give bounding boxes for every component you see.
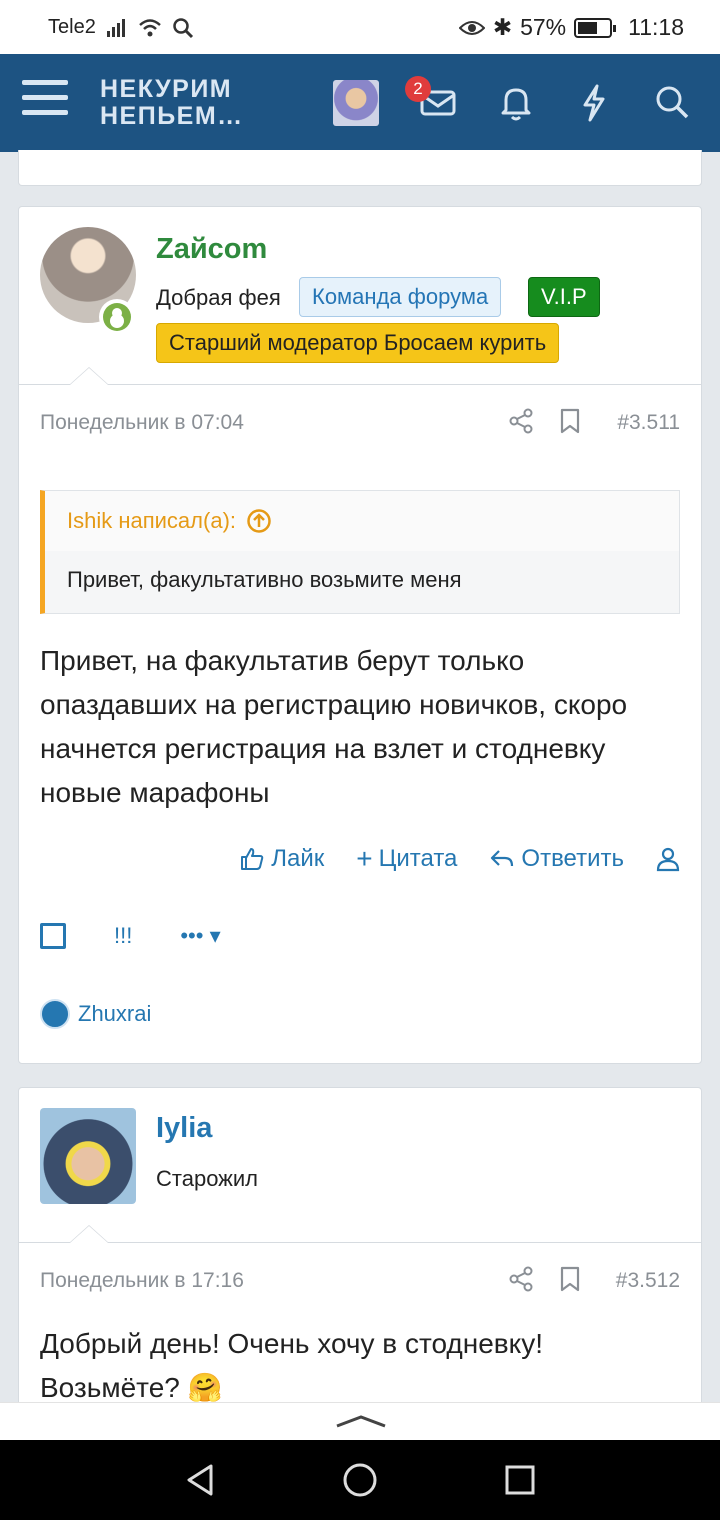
more-menu-icon[interactable]: ••• ▾ (180, 923, 220, 949)
banner-team: Команда форума (299, 277, 502, 317)
bell-icon[interactable] (494, 80, 538, 124)
reply-button[interactable]: Ответить (489, 845, 624, 873)
username[interactable]: Iylia (156, 1112, 212, 1145)
clock: 11:18 (628, 14, 684, 40)
system-navigation-bar (0, 1440, 720, 1520)
post-date[interactable]: Понедельник в 17:16 (40, 1269, 244, 1293)
recents-icon[interactable] (504, 1464, 536, 1496)
reply-icon (491, 850, 514, 867)
share-icon[interactable] (508, 1265, 534, 1293)
account-avatar[interactable] (333, 80, 379, 126)
like-label: Лайк (271, 845, 325, 872)
site-logo[interactable]: НЕКУРИМ НЕПЬЕМ… (100, 76, 244, 130)
post-date[interactable]: Понедельник в 07:04 (40, 411, 244, 435)
lightning-icon[interactable] (572, 80, 616, 124)
bookmark-icon[interactable] (558, 407, 582, 435)
status-bar: Tele2 ✱ 57% 11:18 (0, 0, 720, 54)
browser-bottom-bar[interactable] (0, 1402, 720, 1440)
username[interactable]: Zайсom (156, 233, 267, 266)
post-body: Добрый день! Очень хочу в стодневку! Воз… (40, 1328, 544, 1403)
quote-header[interactable]: Ishik написал(а): (45, 491, 679, 551)
search-status-icon (173, 17, 193, 38)
post-card: Zайсom Добрая фея Команда форума V.I.P С… (18, 206, 702, 1064)
quote-author: Ishik написал(а): (67, 508, 237, 533)
banner-vip: V.I.P (528, 277, 600, 317)
share-icon[interactable] (508, 407, 534, 435)
quote-block: Ishik написал(а): Привет, факультативно … (40, 490, 680, 614)
avatar[interactable] (40, 1108, 136, 1204)
author-pointer (69, 1225, 109, 1243)
menu-icon[interactable] (22, 80, 68, 124)
banner-moderator: Старший модератор Бросаем курить (156, 323, 560, 363)
post-meta: Понедельник в 07:04 #3.511 (19, 385, 701, 459)
wifi-icon (138, 18, 161, 36)
post-author-block: Zайсom Добрая фея Команда форума V.I.P С… (19, 207, 701, 385)
post-number[interactable]: #3.511 (617, 411, 680, 435)
previous-post-bottom (18, 150, 702, 186)
chevron-up-icon[interactable] (334, 1413, 388, 1429)
post-number[interactable]: #3.512 (616, 1269, 680, 1293)
search-icon[interactable] (650, 80, 694, 124)
back-icon[interactable] (183, 1462, 217, 1498)
eye-comfort-icon (458, 20, 485, 35)
flag-button[interactable]: !!! (114, 923, 132, 949)
thumbs-up-icon (241, 848, 264, 870)
quote-button[interactable]: + Цитата (356, 843, 457, 875)
post-author-block: Iylia Старожил (19, 1088, 701, 1243)
post-body: Привет, на факультатив берут только опаз… (40, 645, 628, 808)
select-checkbox[interactable] (40, 923, 66, 949)
signal-icon (106, 18, 125, 37)
inbox-badge: 2 (405, 76, 431, 102)
post-meta: Понедельник в 17:16 #3.512 (19, 1243, 701, 1317)
bluetooth-icon: ✱ (492, 14, 513, 40)
user-icon[interactable] (656, 846, 680, 872)
logo-line-2: НЕПЬЕМ… (100, 102, 244, 130)
carrier-label: Tele2 (48, 16, 96, 38)
arrow-up-circle-icon[interactable] (246, 508, 272, 534)
quote-label: Цитата (378, 845, 458, 872)
battery-icon (574, 17, 617, 38)
forum-header: НЕКУРИМ НЕПЬЕМ… 2 (0, 54, 720, 152)
post-tools: !!! ••• ▾ (40, 923, 221, 949)
liked-by-user[interactable]: Zhuxrai (78, 1001, 151, 1027)
online-status-icon (99, 299, 135, 335)
logo-line-1: НЕКУРИМ (100, 75, 233, 103)
reply-label: Ответить (521, 845, 624, 872)
quote-text: Привет, факультативно возьмите меня (67, 567, 462, 592)
author-pointer (69, 367, 109, 385)
battery-percent: 57% (520, 14, 567, 40)
home-icon[interactable] (342, 1462, 378, 1498)
user-title: Добрая фея (156, 285, 281, 310)
post-card: Iylia Старожил Понедельник в 17:16 #3.51… (18, 1087, 702, 1427)
plus-icon: + (356, 843, 373, 874)
likes-summary: Zhuxrai (40, 999, 151, 1029)
post-actions: Лайк + Цитата Ответить (19, 843, 680, 875)
bookmark-icon[interactable] (558, 1265, 582, 1293)
like-reaction-icon (40, 999, 70, 1029)
user-title: Старожил (156, 1166, 259, 1191)
like-button[interactable]: Лайк (239, 845, 324, 873)
